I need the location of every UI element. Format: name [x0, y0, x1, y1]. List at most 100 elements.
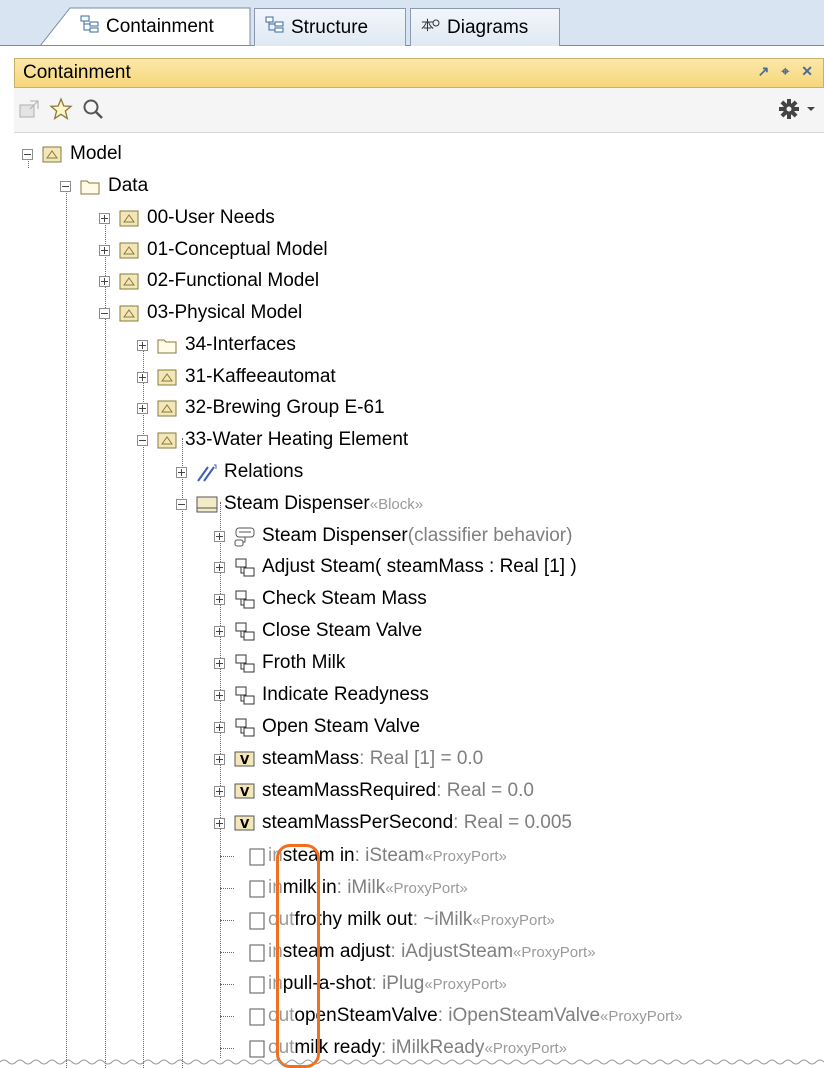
- package-icon: [157, 431, 177, 449]
- operation-icon: [234, 718, 255, 737]
- expand-toggle[interactable]: [137, 340, 148, 351]
- expand-toggle[interactable]: [214, 722, 225, 733]
- tree-node-operation[interactable]: Adjust Steam( steamMass : Real [1] ): [214, 552, 577, 582]
- collapse-toggle[interactable]: [99, 308, 110, 319]
- tree-node-proxy-port[interactable]: in pull-a-shot : iPlug «ProxyPort»: [220, 969, 507, 999]
- tab-structure[interactable]: Structure: [254, 8, 406, 46]
- tree-node-relations[interactable]: Relations: [176, 457, 303, 487]
- tree-node-proxy-port[interactable]: out frothy milk out : ~iMilk «ProxyPort»: [220, 905, 555, 935]
- tree-node-folder[interactable]: 34-Interfaces: [137, 330, 296, 360]
- tree-node-value-property[interactable]: V steamMassRequired : Real = 0.0: [214, 776, 534, 806]
- package-icon: [157, 399, 177, 417]
- tree-node-value-property[interactable]: V steamMassPerSecond : Real = 0.005: [214, 808, 572, 838]
- tree-node-label: 01-Conceptual Model: [147, 239, 328, 260]
- expand-toggle[interactable]: [214, 786, 225, 797]
- proxy-port-icon: [248, 1039, 266, 1058]
- tree-node-package[interactable]: 01-Conceptual Model: [99, 235, 328, 265]
- package-icon: [119, 209, 139, 227]
- pin-icon[interactable]: ⌖: [781, 63, 789, 80]
- tree-node-value-property[interactable]: V steamMass : Real [1] = 0.0: [214, 744, 483, 774]
- tab-containment-label: Containment: [106, 16, 214, 37]
- expand-toggle[interactable]: [99, 213, 110, 224]
- tree-node-label: Adjust Steam( steamMass : Real [1] ): [262, 556, 577, 577]
- tree-node-package[interactable]: 03-Physical Model: [99, 298, 302, 328]
- collapse-toggle[interactable]: [137, 435, 148, 446]
- expand-toggle[interactable]: [214, 626, 225, 637]
- collapse-toggle[interactable]: [22, 149, 33, 160]
- expand-toggle[interactable]: [214, 754, 225, 765]
- tab-strip: Containment Structure 本 Diagrams: [0, 0, 824, 46]
- tree-connector: [220, 952, 234, 953]
- tree-node-package[interactable]: 33-Water Heating Element: [137, 425, 408, 455]
- tree-node-label: Close Steam Valve: [262, 620, 423, 641]
- panel-header: Containment ↗ ⌖ ✕: [14, 58, 824, 88]
- stereotype-label: «Block»: [369, 495, 424, 513]
- tree-node-package[interactable]: 31-Kaffeeautomat: [137, 362, 336, 392]
- settings-gear-icon[interactable]: [774, 94, 804, 124]
- port-type: : iOpenSteamValve: [437, 1005, 601, 1026]
- svg-text:V: V: [240, 785, 250, 799]
- package-icon: [119, 272, 139, 290]
- tree-connector: [220, 856, 234, 857]
- tree-node-package[interactable]: 00-User Needs: [99, 203, 275, 233]
- tree-connector: [220, 888, 234, 889]
- expand-toggle[interactable]: [214, 562, 225, 573]
- tree-connector: [182, 438, 183, 1068]
- expand-toggle[interactable]: [137, 372, 148, 383]
- tree-node-operation[interactable]: Open Steam Valve: [214, 712, 420, 742]
- tree-node-operation[interactable]: Close Steam Valve: [214, 616, 422, 646]
- expand-toggle[interactable]: [214, 690, 225, 701]
- close-icon[interactable]: ✕: [801, 63, 813, 80]
- expand-toggle[interactable]: [99, 245, 110, 256]
- value-property-icon: V: [234, 782, 255, 800]
- diagrams-icon: 本: [421, 16, 441, 40]
- tree-connector: [220, 1048, 234, 1049]
- expand-toggle[interactable]: [214, 594, 225, 605]
- collapse-toggle[interactable]: [60, 181, 71, 192]
- stereotype-label: «ProxyPort»: [600, 1007, 683, 1025]
- tree-node-label: Check Steam Mass: [262, 588, 427, 609]
- port-type: : iMilkReady: [381, 1037, 485, 1058]
- expand-toggle[interactable]: [214, 658, 225, 669]
- restore-icon[interactable]: ↗: [758, 63, 770, 80]
- tree-node-label: Model: [70, 143, 122, 164]
- tree-node-label: 34-Interfaces: [185, 334, 296, 355]
- tree-node-label: 32-Brewing Group E-61: [185, 397, 385, 418]
- expand-toggle[interactable]: [137, 403, 148, 414]
- tree-connector: [66, 186, 67, 1068]
- tree-connector: [220, 984, 234, 985]
- tree-node-operation[interactable]: Froth Milk: [214, 648, 345, 678]
- port-type: : iPlug: [371, 973, 425, 994]
- port-type: : iAdjustSteam: [390, 941, 514, 962]
- tree-node-package[interactable]: 32-Brewing Group E-61: [137, 393, 385, 423]
- tree-node-package[interactable]: 02-Functional Model: [99, 266, 319, 296]
- tree-node-block[interactable]: Steam Dispenser «Block»: [176, 489, 423, 519]
- favorite-star-icon[interactable]: [46, 94, 76, 124]
- tab-containment[interactable]: Containment: [70, 8, 250, 46]
- package-icon: [157, 368, 177, 386]
- operation-icon: [234, 686, 255, 705]
- tree-node-data[interactable]: Data: [60, 171, 148, 201]
- tree-node-operation[interactable]: Check Steam Mass: [214, 584, 427, 614]
- tree-node-operation[interactable]: Indicate Readyness: [214, 680, 429, 710]
- port-type: : iMilk: [336, 877, 386, 898]
- expand-toggle[interactable]: [214, 531, 225, 542]
- tree-node-label: Froth Milk: [262, 652, 346, 673]
- direction-highlight-box: [276, 844, 320, 1068]
- containment-tree-icon: [80, 15, 100, 39]
- stereotype-label: «ProxyPort»: [513, 943, 596, 961]
- tree-node-model[interactable]: Model: [22, 139, 122, 169]
- expand-toggle[interactable]: [176, 467, 187, 478]
- tree-connector: [220, 920, 234, 921]
- expand-toggle[interactable]: [99, 276, 110, 287]
- tree-node-proxy-port[interactable]: in milk in : iMilk «ProxyPort»: [220, 873, 468, 903]
- open-spec-icon[interactable]: [14, 94, 44, 124]
- structure-icon: [265, 16, 285, 40]
- expand-toggle[interactable]: [214, 818, 225, 829]
- search-icon[interactable]: [78, 94, 108, 124]
- tree-node-state-machine[interactable]: Steam Dispenser (classifier behavior): [214, 521, 572, 551]
- tree-node-proxy-port[interactable]: in steam in : iSteam «ProxyPort»: [220, 841, 507, 871]
- collapse-toggle[interactable]: [176, 499, 187, 510]
- tab-diagrams[interactable]: 本 Diagrams: [410, 8, 560, 46]
- dropdown-icon[interactable]: [804, 94, 818, 124]
